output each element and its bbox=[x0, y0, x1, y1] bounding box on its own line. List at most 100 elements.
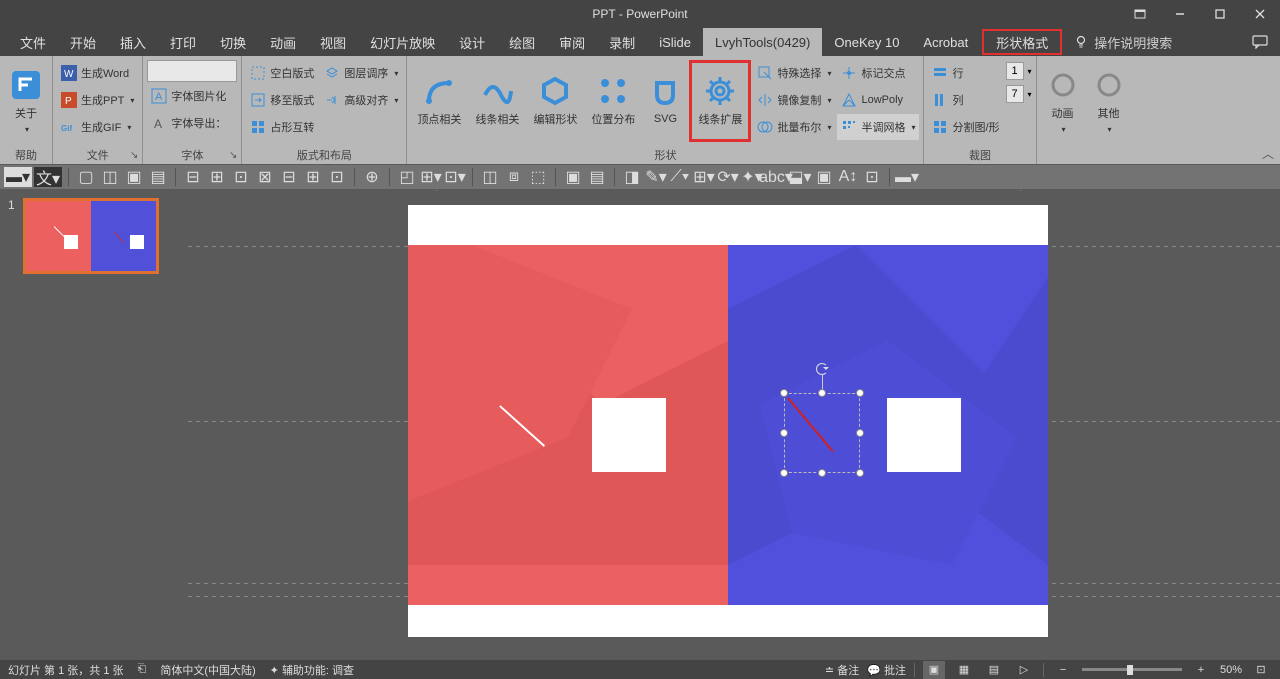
qat-btn-3[interactable]: ▣ bbox=[123, 167, 145, 187]
qat-btn-8[interactable]: ⊠ bbox=[254, 167, 276, 187]
fit-view-icon[interactable]: ⊡ bbox=[1250, 661, 1272, 679]
slideshow-view-icon[interactable]: ▷ bbox=[1013, 661, 1035, 679]
tab-draw[interactable]: 绘图 bbox=[497, 28, 547, 56]
gen-gif-button[interactable]: Gif生成GIF▾ bbox=[57, 114, 138, 140]
text-color-button[interactable]: 文▾ bbox=[34, 167, 62, 187]
layer-order-button[interactable]: 图层调序▾ bbox=[320, 60, 402, 86]
tab-islide[interactable]: iSlide bbox=[647, 28, 703, 56]
reading-view-icon[interactable]: ▤ bbox=[983, 661, 1005, 679]
zoom-in-icon[interactable]: + bbox=[1190, 661, 1212, 679]
maximize-icon[interactable] bbox=[1200, 0, 1240, 28]
notes-button[interactable]: ≐ 备注 bbox=[825, 662, 859, 678]
resize-handle-n[interactable] bbox=[818, 389, 826, 397]
accessibility-status[interactable]: ✦ 辅助功能: 调查 bbox=[270, 662, 354, 678]
qat-btn-14[interactable]: ⊞▾ bbox=[420, 167, 442, 187]
qat-btn-28[interactable]: ⬓▾ bbox=[789, 167, 811, 187]
cols-input[interactable] bbox=[1006, 85, 1024, 103]
line-button[interactable]: 线条相关 bbox=[469, 60, 525, 142]
gen-ppt-button[interactable]: P生成PPT▾ bbox=[57, 87, 138, 113]
qat-btn-5[interactable]: ⊟ bbox=[182, 167, 204, 187]
qat-btn-9[interactable]: ⊟ bbox=[278, 167, 300, 187]
rows-input[interactable] bbox=[1006, 62, 1024, 80]
rotate-handle[interactable] bbox=[816, 363, 828, 375]
lowpoly-button[interactable]: LowPoly bbox=[837, 87, 919, 113]
distribute-button[interactable]: 位置分布 bbox=[585, 60, 641, 142]
tab-view[interactable]: 视图 bbox=[308, 28, 358, 56]
tab-shape-format[interactable]: 形状格式 bbox=[982, 29, 1062, 55]
batch-bool-button[interactable]: 批量布尔▾ bbox=[753, 114, 835, 140]
anim-button[interactable]: 动画▾ bbox=[1041, 60, 1085, 142]
selected-shape[interactable] bbox=[784, 393, 860, 473]
language-status[interactable]: 简体中文(中国大陆) bbox=[160, 662, 255, 678]
tab-lvyhtools[interactable]: LvyhTools(0429) bbox=[703, 28, 822, 56]
qat-btn-10[interactable]: ⊞ bbox=[302, 167, 324, 187]
tab-design[interactable]: 设计 bbox=[447, 28, 497, 56]
halftone-grid-button[interactable]: 半调网格▾ bbox=[837, 114, 919, 140]
qat-btn-29[interactable]: ▣ bbox=[813, 167, 835, 187]
tab-onekey[interactable]: OneKey 10 bbox=[822, 28, 911, 56]
special-select-button[interactable]: 特殊选择▾ bbox=[753, 60, 835, 86]
resize-handle-sw[interactable] bbox=[780, 469, 788, 477]
font-export-button[interactable]: A字体导出： bbox=[147, 110, 237, 136]
resize-handle-se[interactable] bbox=[856, 469, 864, 477]
cols-button[interactable]: 列 bbox=[928, 87, 1003, 113]
qat-btn-24[interactable]: ⊞▾ bbox=[693, 167, 715, 187]
blank-layout-button[interactable]: 空白版式 bbox=[246, 60, 318, 86]
collapse-ribbon-icon[interactable]: ︿ bbox=[1262, 145, 1274, 162]
resize-handle-nw[interactable] bbox=[780, 389, 788, 397]
qat-btn-22[interactable]: ✎▾ bbox=[645, 167, 667, 187]
resize-handle-s[interactable] bbox=[818, 469, 826, 477]
slide-canvas[interactable] bbox=[408, 205, 1048, 637]
close-icon[interactable] bbox=[1240, 0, 1280, 28]
rows-button[interactable]: 行 bbox=[928, 60, 1003, 86]
tab-transition[interactable]: 切换 bbox=[208, 28, 258, 56]
color-fill-button[interactable]: ▬▾ bbox=[4, 167, 32, 187]
resize-handle-e[interactable] bbox=[856, 429, 864, 437]
qat-btn-4[interactable]: ▤ bbox=[147, 167, 169, 187]
adv-align-button[interactable]: 高级对齐▾ bbox=[320, 87, 402, 113]
qat-btn-20[interactable]: ▤ bbox=[586, 167, 608, 187]
tab-home[interactable]: 开始 bbox=[58, 28, 108, 56]
tell-me-search[interactable]: 操作说明搜索 bbox=[1064, 28, 1182, 56]
tab-animation[interactable]: 动画 bbox=[258, 28, 308, 56]
moveto-layout-button[interactable]: 移至版式 bbox=[246, 87, 318, 113]
about-button[interactable]: 关于 ▾ bbox=[4, 60, 48, 142]
comments-button[interactable]: 💬 批注 bbox=[867, 662, 906, 678]
qat-btn-7[interactable]: ⊡ bbox=[230, 167, 252, 187]
tab-insert[interactable]: 插入 bbox=[108, 28, 158, 56]
qat-btn-12[interactable]: ⊕ bbox=[361, 167, 383, 187]
edit-shape-button[interactable]: 编辑形状 bbox=[527, 60, 583, 142]
mirror-copy-button[interactable]: 镜像复制▾ bbox=[753, 87, 835, 113]
font-select[interactable] bbox=[147, 60, 237, 82]
slide-thumbnail[interactable]: 1 bbox=[8, 198, 180, 274]
other-button[interactable]: 其他▾ bbox=[1087, 60, 1131, 142]
qat-btn-30[interactable]: A↕ bbox=[837, 167, 859, 187]
qat-btn-6[interactable]: ⊞ bbox=[206, 167, 228, 187]
qat-btn-16[interactable]: ◫ bbox=[479, 167, 501, 187]
comments-toggle-icon[interactable] bbox=[1240, 28, 1280, 56]
zoom-level[interactable]: 50% bbox=[1220, 664, 1242, 676]
white-square-right[interactable] bbox=[887, 398, 961, 472]
qat-btn-23[interactable]: ⟋▾ bbox=[669, 167, 691, 187]
qat-btn-1[interactable]: ▢ bbox=[75, 167, 97, 187]
qat-btn-27[interactable]: abc▾ bbox=[765, 167, 787, 187]
normal-view-icon[interactable]: ▣ bbox=[923, 661, 945, 679]
mark-intersect-button[interactable]: 标记交点 bbox=[837, 60, 919, 86]
tab-review[interactable]: 审阅 bbox=[547, 28, 597, 56]
qat-btn-31[interactable]: ⊡ bbox=[861, 167, 883, 187]
spellcheck-icon[interactable]: ⎗ bbox=[138, 663, 147, 676]
tab-acrobat[interactable]: Acrobat bbox=[911, 28, 980, 56]
vertex-button[interactable]: 顶点相关 bbox=[411, 60, 467, 142]
minimize-icon[interactable] bbox=[1160, 0, 1200, 28]
tab-record[interactable]: 录制 bbox=[597, 28, 647, 56]
font-pictify-button[interactable]: A字体图片化 bbox=[147, 83, 237, 109]
qat-btn-18[interactable]: ⬚ bbox=[527, 167, 549, 187]
zoom-out-icon[interactable]: − bbox=[1052, 661, 1074, 679]
sorter-view-icon[interactable]: ▦ bbox=[953, 661, 975, 679]
resize-handle-w[interactable] bbox=[780, 429, 788, 437]
qat-btn-15[interactable]: ⊡▾ bbox=[444, 167, 466, 187]
qat-btn-25[interactable]: ⟳▾ bbox=[717, 167, 739, 187]
qat-btn-2[interactable]: ◫ bbox=[99, 167, 121, 187]
tab-slideshow[interactable]: 幻灯片放映 bbox=[358, 28, 447, 56]
gen-word-button[interactable]: W生成Word bbox=[57, 60, 138, 86]
